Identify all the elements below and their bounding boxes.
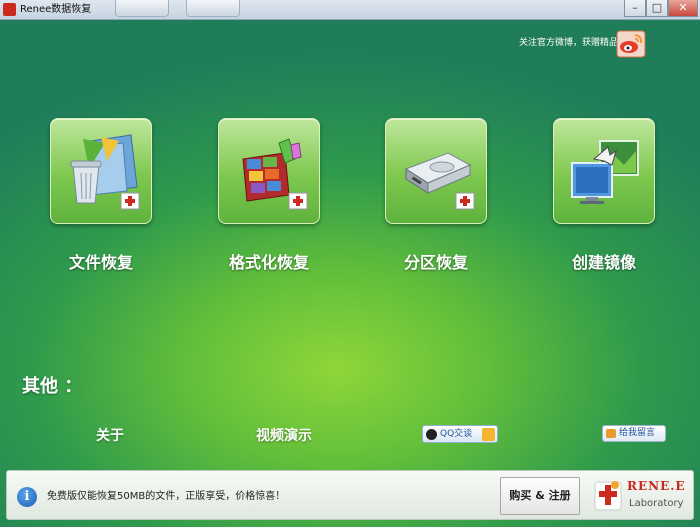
partition-recovery-label: 分区恢复 bbox=[403, 253, 468, 272]
window-title: Renee数据恢复 bbox=[20, 4, 92, 15]
create-image-icon bbox=[571, 140, 639, 204]
toolbar-tab-2[interactable] bbox=[186, 0, 240, 17]
video-demo-link[interactable]: 视频演示 bbox=[256, 425, 312, 445]
partition-recovery-icon bbox=[404, 152, 475, 210]
qq-chat-button[interactable]: QQ交谈 bbox=[422, 425, 498, 443]
status-bar: i 免费版仅能恢复50MB的文件，正版享受，价格惊喜！ 购买 & 注册 RENE… bbox=[6, 470, 694, 520]
leave-message-label: 给我留言 bbox=[619, 428, 656, 438]
renee-logo-icon bbox=[594, 481, 622, 511]
message-icon bbox=[606, 429, 616, 438]
file-recovery-label: 文件恢复 bbox=[68, 253, 133, 272]
app-logo-icon bbox=[3, 3, 16, 16]
free-version-notice: 免费版仅能恢复50MB的文件，正版享受，价格惊喜！ bbox=[47, 491, 286, 502]
partition-recovery-button[interactable] bbox=[385, 118, 487, 224]
brand-subtitle: Laboratory bbox=[629, 498, 684, 509]
qq-penguin-icon bbox=[426, 429, 437, 440]
toolbar-tab-1[interactable] bbox=[115, 0, 169, 17]
qq-chat-label: QQ交谈 bbox=[440, 429, 473, 439]
info-icon: i bbox=[17, 487, 37, 507]
minimize-button[interactable]: – bbox=[624, 0, 646, 17]
brand-name: RENE.E bbox=[627, 479, 686, 493]
file-recovery-button[interactable] bbox=[50, 118, 152, 224]
format-recovery-label: 格式化恢复 bbox=[228, 253, 309, 272]
leave-message-button[interactable]: 给我留言 bbox=[602, 425, 666, 442]
format-recovery-button[interactable] bbox=[218, 118, 320, 224]
close-button[interactable]: ✕ bbox=[668, 0, 698, 17]
create-image-button[interactable] bbox=[553, 118, 655, 224]
smile-icon bbox=[482, 428, 495, 441]
title-bar: Renee数据恢复 – □ ✕ bbox=[0, 0, 700, 20]
maximize-button[interactable]: □ bbox=[646, 0, 668, 17]
create-image-label: 创建镜像 bbox=[571, 253, 636, 272]
about-link[interactable]: 关于 bbox=[96, 425, 124, 445]
file-recovery-icon bbox=[70, 134, 140, 210]
other-section-title: 其他 ： bbox=[22, 376, 83, 397]
weibo-icon[interactable] bbox=[616, 30, 646, 58]
buy-register-button[interactable]: 购买 & 注册 bbox=[500, 477, 580, 515]
format-recovery-icon bbox=[242, 138, 308, 210]
